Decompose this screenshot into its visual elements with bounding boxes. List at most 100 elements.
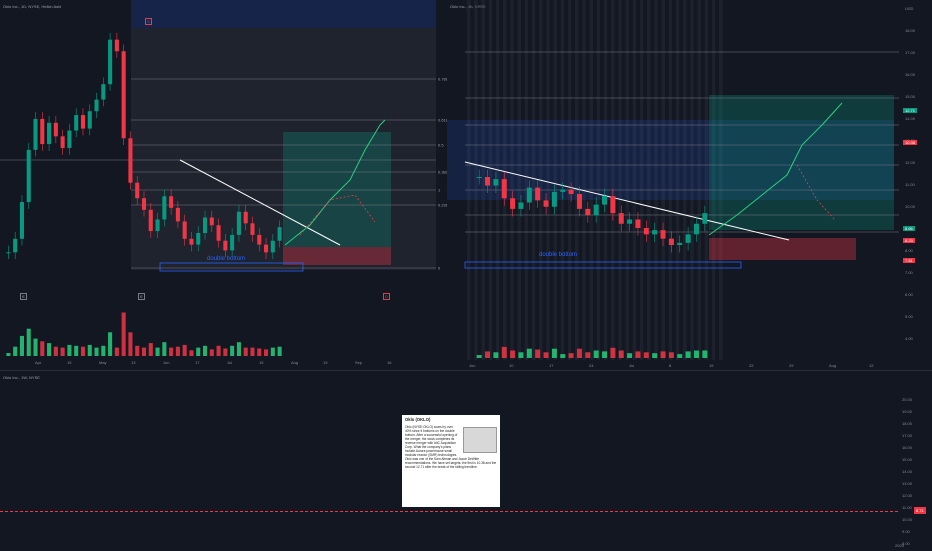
candle: [257, 234, 262, 245]
volume-bar: [53, 346, 58, 356]
volume-bar: [162, 342, 167, 356]
price-scale-label: 10.00: [905, 204, 916, 209]
candle: [114, 39, 119, 52]
candle: [277, 227, 282, 241]
volume-bar: [702, 350, 708, 358]
price-scale[interactable]: USD18.0017.0016.0015.0014.0013.0012.0011…: [899, 0, 932, 370]
chart-legend: Oklo Inc., 1W, NYSE: [3, 375, 40, 380]
fib-level-label: 0: [438, 266, 441, 271]
candle: [202, 217, 208, 233]
volume-bar: [101, 345, 106, 356]
volume-bar: [189, 350, 194, 356]
candle: [175, 207, 180, 222]
volume-bar: [551, 348, 557, 358]
volume-bar: [685, 351, 691, 358]
volume-bar: [668, 352, 674, 358]
x-tick-label: 15: [709, 363, 714, 368]
target-zone: [283, 132, 391, 247]
4h-chart-svg[interactable]: Jun 10 17 24 Jul 8 15 22 29 Aug 12: [447, 0, 932, 370]
event-marker-earnings[interactable]: E: [138, 293, 145, 300]
volume-bar: [627, 353, 633, 358]
price-tag: 10.38: [903, 140, 918, 145]
candle: [668, 238, 674, 245]
volume-bar: [635, 351, 641, 358]
stop-zone: [709, 238, 856, 260]
chart-layout: Oklo Inc., 1D, NYSE, Heikin Ashi 0.7860.…: [0, 0, 932, 551]
candle: [660, 230, 666, 239]
x-tick-label: 16: [387, 360, 392, 365]
volume-bar: [610, 347, 616, 358]
volume-bar: [568, 353, 574, 358]
volume-bar: [87, 344, 92, 356]
price-scale[interactable]: 20.00 19.00 18.00 17.00 16.00 15.00 14.00 13.00…: [898, 371, 932, 551]
price-scale-label: 16.00: [905, 72, 916, 77]
candle: [264, 244, 269, 253]
last-price-line: [0, 511, 898, 512]
volume-bar: [6, 353, 11, 356]
volume-bar: [26, 328, 31, 356]
volume-bar: [518, 352, 524, 358]
x-tick-label: May: [99, 360, 107, 365]
candle: [40, 118, 45, 145]
chart-pane-daily[interactable]: Oklo Inc., 1D, NYSE, Heikin Ashi 0.7860.…: [0, 0, 447, 365]
price-scale-label: 10.00: [902, 517, 913, 522]
volume-bar: [128, 332, 133, 356]
volume-bar: [230, 345, 235, 356]
volume-bar: [108, 332, 113, 356]
candle: [87, 111, 92, 129]
candle: [576, 194, 582, 209]
x-tick-label: 19: [323, 360, 328, 365]
last-price-tag: 8.71: [914, 507, 926, 514]
volume-bar: [169, 347, 174, 356]
candle: [560, 189, 566, 192]
volume-bar: [493, 352, 499, 358]
daily-chart-svg[interactable]: 0.786 0.618 0.5 0.382 0.236 0 1 Apr 15 May 13 Jun 1…: [0, 0, 447, 365]
candle: [155, 219, 160, 232]
volume-bar: [576, 348, 582, 358]
candle: [26, 149, 31, 203]
price-scale-label: 5.00: [905, 314, 913, 319]
volume-bar: [277, 346, 282, 356]
fib-level-label: 1: [438, 188, 441, 193]
volume-bar: [560, 354, 566, 358]
x-tick-label: Aug: [291, 360, 298, 365]
candle: [13, 238, 18, 253]
idea-note-card[interactable]: Oklo (OKLO) Oklo (NYSE:OKLO) soars by ov…: [402, 415, 500, 507]
volume-bar: [196, 347, 201, 356]
x-tick-label: Sep: [355, 360, 363, 365]
volume-bar: [602, 351, 608, 358]
price-scale-label: 15.00: [902, 457, 913, 462]
candle: [270, 240, 275, 253]
candle: [108, 39, 113, 85]
double-bottom-label: double bottom: [207, 256, 246, 262]
candle: [510, 198, 516, 209]
candle: [236, 211, 241, 235]
flag-marker[interactable]: S: [145, 18, 152, 25]
candle: [80, 115, 86, 129]
candle: [19, 202, 24, 239]
price-scale-label: 18.00: [905, 28, 916, 33]
volume-bar: [243, 347, 248, 356]
price-scale-label: USD: [905, 6, 914, 11]
candle: [230, 234, 235, 251]
x-tick-label: 8: [669, 363, 672, 368]
volume-bar: [80, 346, 86, 356]
price-scale-label: 13.00: [902, 481, 913, 486]
candle: [182, 221, 187, 239]
volume-bar: [593, 350, 599, 358]
event-marker-dividend[interactable]: D: [383, 293, 390, 300]
volume-bar: [40, 341, 45, 356]
volume-bar: [510, 350, 516, 358]
volume-bar: [209, 349, 214, 356]
event-marker-earnings[interactable]: E: [20, 293, 27, 300]
price-scale-label: 15.00: [905, 94, 916, 99]
volume-bar: [47, 343, 52, 356]
candle: [685, 234, 691, 243]
candle: [196, 233, 201, 245]
price-tag: 8.23: [903, 238, 915, 243]
volume-bar: [175, 346, 180, 356]
volume-bar: [182, 344, 187, 356]
price-scale-label: 8.00: [905, 248, 913, 253]
volume-bar: [121, 312, 126, 356]
chart-pane-4h[interactable]: Oklo Inc., 4h, NYSE Jun 10 17 24 Jul 8 15 22 29 A…: [447, 0, 932, 370]
